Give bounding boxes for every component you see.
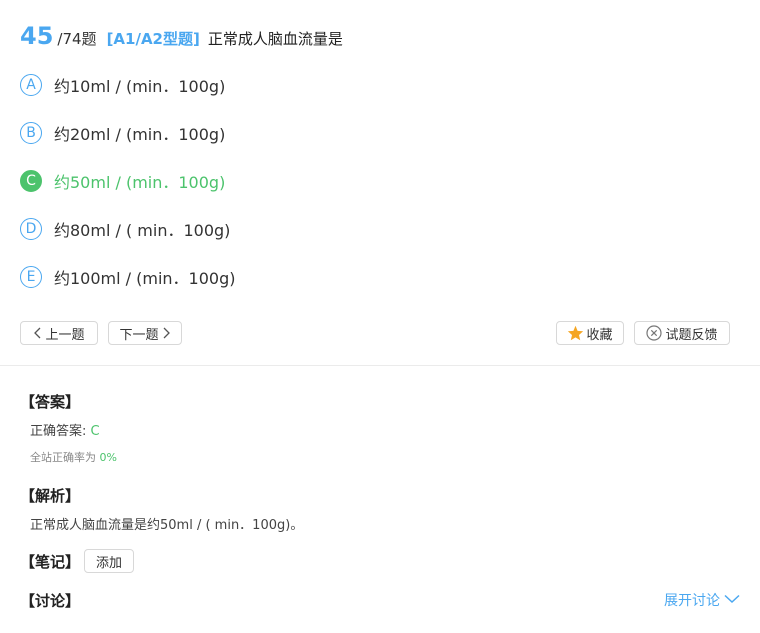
prev-question-button[interactable]: 上一题 (20, 321, 98, 345)
chevron-left-icon (33, 327, 43, 339)
favorite-label: 收藏 (586, 327, 613, 343)
favorite-button[interactable]: 收藏 (556, 321, 624, 345)
notes-title: 【笔记】 (20, 553, 81, 571)
correct-answer-label: 正确答案: (30, 424, 91, 439)
option-b[interactable]: B 约20ml / (min．100g) (20, 120, 225, 146)
option-letter: E (20, 266, 42, 288)
chevron-right-icon (161, 327, 171, 339)
correct-answer-value: C (90, 424, 100, 439)
question-number: 45 (20, 22, 54, 50)
analysis-text: 正常成人脑血流量是约50ml / ( min．100g)。 (30, 518, 304, 533)
question-stem: 正常成人脑血流量是 (207, 30, 343, 48)
option-c[interactable]: C 约50ml / (min．100g) (20, 168, 225, 194)
add-note-button[interactable]: 添加 (84, 549, 134, 573)
feedback-label: 试题反馈 (665, 327, 718, 343)
option-letter: C (20, 170, 42, 192)
close-circle-icon (646, 325, 663, 341)
next-question-label: 下一题 (119, 327, 159, 343)
option-text: 约50ml / (min．100g) (54, 173, 226, 192)
answer-title: 【答案】 (20, 393, 81, 411)
correct-rate: 全站正确率为 0% (30, 449, 117, 465)
expand-discussion-link[interactable]: 展开讨论 (664, 590, 740, 610)
question-total: /74题 (57, 30, 97, 48)
expand-discussion-label: 展开讨论 (664, 593, 720, 609)
discussion-title: 【讨论】 (20, 592, 81, 610)
option-a[interactable]: A 约10ml / (min．100g) (20, 72, 225, 98)
option-letter: D (20, 218, 42, 240)
question-header: 45 /74题 [A1/A2型题] 正常成人脑血流量是 (20, 22, 343, 50)
question-type: [A1/A2型题] (106, 30, 200, 48)
option-d[interactable]: D 约80ml / ( min．100g) (20, 216, 230, 242)
option-text: 约100ml / (min．100g) (54, 269, 236, 288)
correct-rate-value: 0% (99, 451, 117, 464)
correct-rate-label: 全站正确率为 (30, 451, 100, 464)
analysis-title: 【解析】 (20, 487, 81, 505)
next-question-button[interactable]: 下一题 (108, 321, 182, 345)
correct-answer: 正确答案: C (30, 420, 100, 439)
option-text: 约80ml / ( min．100g) (54, 221, 231, 240)
feedback-button[interactable]: 试题反馈 (634, 321, 730, 345)
option-letter: A (20, 74, 42, 96)
star-icon (567, 325, 584, 341)
chevron-down-icon (724, 592, 740, 608)
prev-question-label: 上一题 (45, 327, 85, 343)
option-letter: B (20, 122, 42, 144)
option-text: 约10ml / (min．100g) (54, 77, 226, 96)
section-divider (0, 365, 760, 366)
option-text: 约20ml / (min．100g) (54, 125, 226, 144)
option-e[interactable]: E 约100ml / (min．100g) (20, 264, 236, 290)
